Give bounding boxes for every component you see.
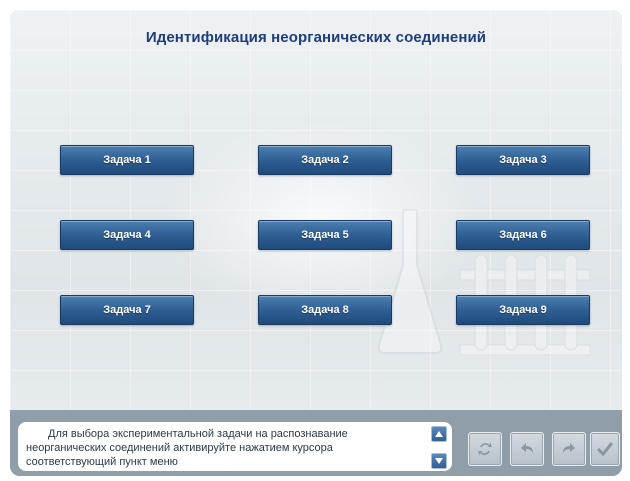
task-4-button[interactable]: Задача 4 — [60, 220, 194, 250]
task-6-label: Задача 6 — [499, 229, 547, 241]
main-stage: Идентификация неорганических соединений … — [10, 10, 622, 410]
confirm-button[interactable] — [590, 432, 620, 466]
refresh-icon — [478, 442, 492, 456]
bottom-toolbar: Для выбора экспериментальной задачи на р… — [10, 410, 622, 476]
task-4-label: Задача 4 — [103, 229, 151, 241]
refresh-button[interactable] — [468, 432, 502, 466]
app-frame: Идентификация неорганических соединений … — [10, 10, 622, 476]
task-2-label: Задача 2 — [301, 154, 349, 166]
page-title: Идентификация неорганических соединений — [145, 29, 487, 46]
arrow-up-icon[interactable] — [431, 426, 447, 442]
arrow-down-icon[interactable] — [431, 453, 447, 469]
task-1-button[interactable]: Задача 1 — [60, 145, 194, 175]
task-5-label: Задача 5 — [301, 229, 349, 241]
task-6-button[interactable]: Задача 6 — [456, 220, 590, 250]
task-5-button[interactable]: Задача 5 — [258, 220, 392, 250]
redo-icon — [563, 443, 575, 453]
check-icon — [596, 442, 614, 457]
task-3-label: Задача 3 — [499, 154, 547, 166]
redo-button[interactable] — [552, 432, 586, 466]
task-9-label: Задача 9 — [499, 304, 547, 316]
task-8-label: Задача 8 — [301, 304, 349, 316]
task-7-label: Задача 7 — [103, 304, 151, 316]
undo-icon — [521, 443, 533, 453]
info-panel: Для выбора экспериментальной задачи на р… — [18, 422, 452, 471]
undo-button[interactable] — [510, 432, 544, 466]
task-1-label: Задача 1 — [103, 154, 151, 166]
task-2-button[interactable]: Задача 2 — [258, 145, 392, 175]
task-9-button[interactable]: Задача 9 — [456, 295, 590, 325]
task-7-button[interactable]: Задача 7 — [60, 295, 194, 325]
task-3-button[interactable]: Задача 3 — [456, 145, 590, 175]
info-text: Для выбора экспериментальной задачи на р… — [26, 428, 348, 468]
task-8-button[interactable]: Задача 8 — [258, 295, 392, 325]
